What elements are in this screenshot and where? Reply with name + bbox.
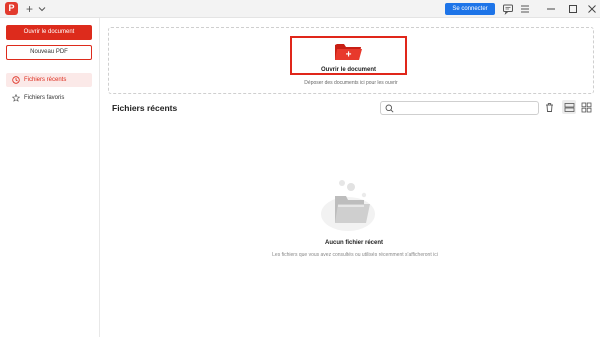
signin-button[interactable]: Se connecter — [445, 3, 495, 15]
title-bar: P + Se connecter — [0, 0, 600, 18]
open-document-label[interactable]: Ouvrir le document — [290, 67, 407, 73]
search-input[interactable] — [396, 103, 534, 113]
trash-icon[interactable] — [544, 102, 555, 113]
empty-state-description: Les fichiers que vous avez consultés ou … — [272, 252, 438, 258]
close-icon[interactable] — [586, 3, 598, 15]
new-pdf-button[interactable]: Nouveau PDF — [6, 45, 92, 60]
sidebar-item-label: Fichiers favoris — [24, 95, 65, 101]
sidebar-item-recent-files[interactable]: Fichiers récents — [6, 73, 92, 87]
star-icon — [12, 94, 20, 102]
open-document-button[interactable]: Ouvrir le document — [6, 25, 92, 40]
chat-icon[interactable] — [502, 3, 514, 15]
maximize-icon[interactable] — [567, 3, 579, 15]
minimize-icon[interactable] — [545, 3, 557, 15]
search-icon — [385, 104, 394, 113]
chevron-down-icon[interactable] — [38, 5, 46, 13]
search-box[interactable] — [380, 101, 539, 115]
new-tab-button[interactable]: + — [26, 1, 33, 17]
menu-icon[interactable] — [519, 3, 531, 15]
sidebar-item-favorite-files[interactable]: Fichiers favoris — [6, 91, 92, 105]
sidebar-item-label: Fichiers récents — [24, 77, 67, 83]
app-logo-icon[interactable]: P — [5, 2, 18, 15]
plus-symbol: + — [346, 50, 352, 61]
recent-files-title: Fichiers récents — [112, 103, 178, 113]
empty-state-title: Aucun fichier récent — [324, 240, 383, 246]
grid-view-icon[interactable] — [581, 102, 592, 113]
list-view-icon — [564, 102, 574, 112]
empty-folder-illustration-icon — [321, 180, 375, 231]
folder-plus-icon[interactable]: + — [333, 41, 363, 62]
clock-icon — [12, 76, 20, 84]
drop-hint-text: Déposer des documents ici pour les ouvri… — [304, 80, 398, 86]
list-view-toggle[interactable] — [562, 100, 576, 114]
sidebar: Ouvrir le document Nouveau PDF Fichiers … — [0, 18, 100, 337]
